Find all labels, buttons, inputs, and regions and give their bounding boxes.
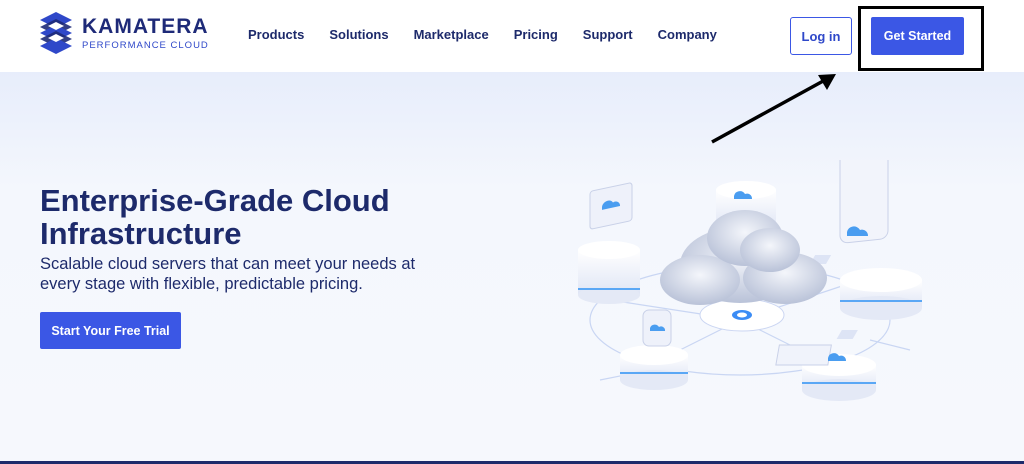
- annotation-arrow-icon: [711, 74, 836, 144]
- nav-item-support[interactable]: Support: [583, 27, 633, 42]
- kamatera-logo-icon: [40, 12, 72, 54]
- hero-title: Enterprise-Grade Cloud Infrastructure: [40, 183, 390, 251]
- brand-tagline: PERFORMANCE CLOUD: [82, 39, 209, 51]
- annotation-highlight-box: [858, 6, 984, 71]
- nav-item-marketplace[interactable]: Marketplace: [414, 27, 489, 42]
- nav-item-products[interactable]: Products: [248, 27, 304, 42]
- login-button[interactable]: Log in: [790, 17, 852, 55]
- kamatera-logo[interactable]: KAMATERA PERFORMANCE CLOUD: [40, 12, 209, 54]
- free-trial-button[interactable]: Start Your Free Trial: [40, 312, 181, 349]
- cloud-servers-illustration: [578, 160, 922, 401]
- hero-subtitle: Scalable cloud servers that can meet you…: [40, 255, 416, 293]
- nav-item-solutions[interactable]: Solutions: [329, 27, 388, 42]
- nav-item-pricing[interactable]: Pricing: [514, 27, 558, 42]
- brand-name: KAMATERA: [82, 14, 209, 38]
- nav-item-company[interactable]: Company: [658, 27, 717, 42]
- main-nav: Products Solutions Marketplace Pricing S…: [248, 27, 742, 42]
